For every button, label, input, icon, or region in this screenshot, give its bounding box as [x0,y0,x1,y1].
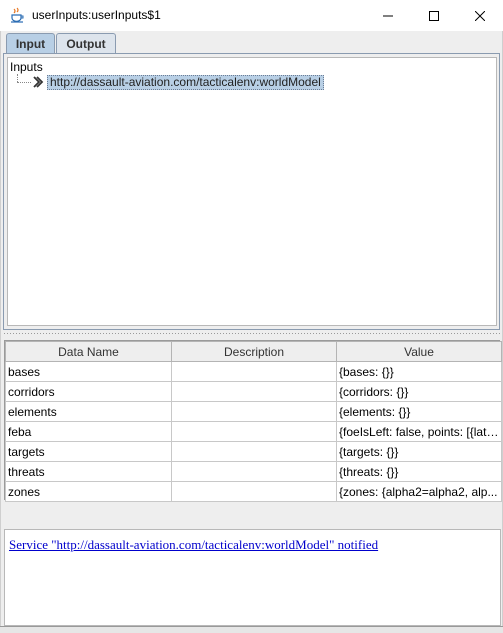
cell-value[interactable]: {targets: {}} [336,441,502,462]
table-row[interactable]: targets {targets: {}} [5,441,502,462]
cell-value[interactable]: {corridors: {}} [336,381,502,402]
divider-grip [3,332,500,335]
cell-value[interactable]: {zones: {alpha2=alpha2, alp... [336,481,502,502]
maximize-icon [429,10,439,21]
cell-data-name[interactable]: bases [5,361,172,382]
table-row[interactable]: bases {bases: {}} [5,361,502,382]
java-cup-icon [11,7,24,23]
tab-input[interactable]: Input [6,33,55,54]
window-title: userInputs:userInputs$1 [32,8,161,22]
inputs-tree[interactable]: Inputs http://dassault-aviation.com/tact… [7,57,497,326]
main-frame: Input Output Inputs http://dassault-avia… [0,31,503,626]
window-title-bar[interactable]: userInputs:userInputs$1 [0,0,503,31]
input-tab-panel: Inputs http://dassault-aviation.com/tact… [3,53,500,330]
cell-data-name[interactable]: elements [5,401,172,422]
tree-connector [17,82,31,83]
minimize-button[interactable] [365,0,411,31]
tree-root-label[interactable]: Inputs [10,60,43,74]
cell-description[interactable] [171,481,337,502]
cell-data-name[interactable]: feba [5,421,172,442]
tab-bar: Input Output [6,33,116,54]
split-divider[interactable] [3,331,500,337]
cell-data-name[interactable]: threats [5,461,172,482]
data-table-container: Data Name Description Value bases {bases… [4,340,502,502]
tab-output[interactable]: Output [56,33,116,54]
column-header-description[interactable]: Description [171,341,337,362]
cell-data-name[interactable]: zones [5,481,172,502]
cell-value[interactable]: {foeIsLeft: false, points: [{lati... [336,421,502,442]
close-icon [475,10,485,21]
table-row[interactable]: feba {foeIsLeft: false, points: [{lati..… [5,421,502,442]
data-table: Data Name Description Value bases {bases… [5,341,502,502]
cell-description[interactable] [171,441,337,462]
tree-node-worldmodel[interactable]: http://dassault-aviation.com/tacticalenv… [47,75,324,90]
status-notification-link[interactable]: Service "http://dassault-aviation.com/ta… [9,537,378,553]
cell-data-name[interactable]: corridors [5,381,172,402]
table-row[interactable]: corridors {corridors: {}} [5,381,502,402]
table-header-row: Data Name Description Value [5,341,502,362]
cell-data-name[interactable]: targets [5,441,172,462]
cell-description[interactable] [171,361,337,382]
cell-description[interactable] [171,461,337,482]
table-row[interactable]: zones {zones: {alpha2=alpha2, alp... [5,481,502,502]
table-row[interactable]: threats {threats: {}} [5,461,502,482]
minimize-icon [383,15,393,16]
cell-description[interactable] [171,421,337,442]
column-header-value[interactable]: Value [336,341,502,362]
table-row[interactable]: elements {elements: {}} [5,401,502,422]
cell-description[interactable] [171,381,337,402]
column-header-data-name[interactable]: Data Name [5,341,172,362]
tree-connector [17,74,18,82]
cell-value[interactable]: {elements: {}} [336,401,502,422]
close-button[interactable] [457,0,503,31]
cell-value[interactable]: {bases: {}} [336,361,502,382]
status-pane: Service "http://dassault-aviation.com/ta… [4,529,501,626]
expand-arrow-icon[interactable] [32,76,44,88]
cell-value[interactable]: {threats: {}} [336,461,502,482]
maximize-button[interactable] [411,0,457,31]
desktop-background-strip [0,626,503,633]
cell-description[interactable] [171,401,337,422]
